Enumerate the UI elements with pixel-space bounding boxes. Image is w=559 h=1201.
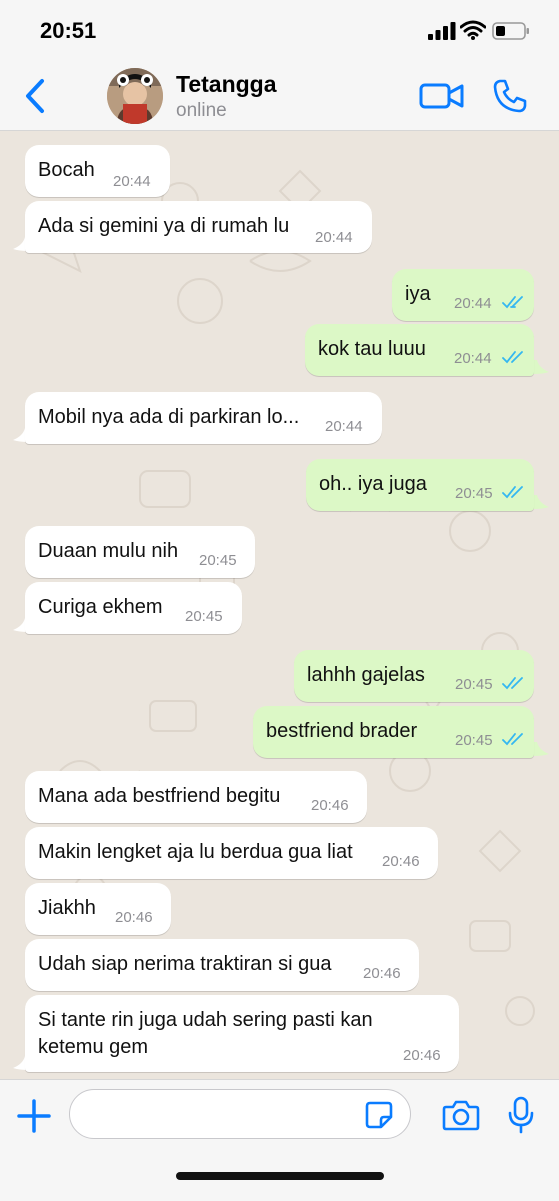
camera-icon[interactable]: [442, 1099, 480, 1131]
message-incoming[interactable]: Duaan mulu nih 20:45: [25, 526, 255, 578]
message-time: 20:46: [363, 965, 401, 982]
message-time: 20:44: [315, 229, 353, 246]
message-text-line1: Si tante rin juga udah sering pasti kan: [38, 1009, 373, 1031]
message-incoming[interactable]: Mobil nya ada di parkiran lo... 20:44: [25, 392, 382, 444]
composer-bar: [0, 1079, 559, 1201]
message-text: Mobil nya ada di parkiran lo...: [38, 406, 300, 428]
message-time: 20:46: [403, 1047, 441, 1064]
battery-icon: [492, 22, 529, 40]
double-check-icon: [502, 677, 523, 690]
signal-icon: [428, 22, 456, 40]
message-text: Makin lengket aja lu berdua gua liat: [38, 841, 353, 863]
message-incoming[interactable]: Curiga ekhem 20:45: [25, 582, 242, 634]
chat-header: Tetangga online: [0, 60, 559, 131]
double-check-icon: [502, 486, 523, 499]
message-outgoing[interactable]: bestfriend brader 20:45: [253, 706, 534, 758]
plus-icon[interactable]: [16, 1098, 52, 1134]
message-text: oh.. iya juga: [319, 473, 427, 495]
message-outgoing[interactable]: iya 20:44: [392, 269, 534, 321]
message-time: 20:45: [199, 552, 237, 569]
message-time: 20:44: [454, 295, 492, 312]
message-text: Jiakhh: [38, 897, 96, 919]
message-text: Curiga ekhem: [38, 596, 163, 618]
message-text: lahhh gajelas: [307, 664, 425, 686]
sticker-icon[interactable]: [364, 1100, 394, 1130]
message-time: 20:44: [325, 418, 363, 435]
video-call-icon[interactable]: [418, 80, 466, 112]
message-outgoing[interactable]: oh.. iya juga 20:45: [306, 459, 534, 511]
message-incoming[interactable]: Jiakhh 20:46: [25, 883, 171, 935]
double-check-icon: [502, 296, 523, 309]
message-text: Udah siap nerima traktiran si gua: [38, 953, 332, 975]
back-chevron-icon[interactable]: [20, 76, 50, 116]
contact-name[interactable]: Tetangga: [176, 71, 277, 98]
contact-status: online: [176, 100, 227, 121]
message-text-line2: ketemu gem: [38, 1036, 149, 1058]
message-input[interactable]: [69, 1089, 411, 1139]
message-time: 20:45: [455, 732, 493, 749]
bubble-tail: [533, 495, 549, 509]
message-time: 20:46: [311, 797, 349, 814]
message-incoming[interactable]: Mana ada bestfriend begitu 20:46: [25, 771, 367, 823]
message-incoming[interactable]: Ada si gemini ya di rumah lu 20:44: [25, 201, 372, 253]
message-outgoing[interactable]: lahhh gajelas 20:45: [294, 650, 534, 702]
message-text: bestfriend brader: [266, 720, 418, 742]
message-time: 20:45: [455, 485, 493, 502]
status-bar: 20:51: [0, 0, 559, 60]
message-text: Bocah: [38, 159, 95, 181]
message-time: 20:45: [185, 608, 223, 625]
voice-call-icon[interactable]: [492, 78, 528, 114]
home-indicator[interactable]: [176, 1172, 384, 1180]
bubble-tail: [533, 742, 549, 756]
message-incoming[interactable]: Makin lengket aja lu berdua gua liat 20:…: [25, 827, 438, 879]
message-text: kok tau luuu: [318, 338, 426, 360]
avatar[interactable]: [107, 68, 163, 124]
message-text: Ada si gemini ya di rumah lu: [38, 215, 290, 237]
chat-area[interactable]: Bocah 20:44 Ada si gemini ya di rumah lu…: [0, 131, 559, 1079]
avatar-image: [107, 68, 163, 124]
status-time: 20:51: [40, 18, 97, 43]
double-check-icon: [502, 733, 523, 746]
message-time: 20:46: [115, 909, 153, 926]
message-incoming[interactable]: Bocah 20:44: [25, 145, 170, 197]
message-text: Duaan mulu nih: [38, 540, 179, 562]
message-time: 20:44: [113, 173, 151, 190]
message-time: 20:46: [382, 853, 420, 870]
message-incoming[interactable]: Si tante rin juga udah sering pasti kan …: [25, 995, 459, 1072]
message-time: 20:45: [455, 676, 493, 693]
message-time: 20:44: [454, 350, 492, 367]
message-text: Mana ada bestfriend begitu: [38, 785, 281, 807]
double-check-icon: [502, 351, 523, 364]
bubble-tail: [533, 360, 549, 374]
message-outgoing[interactable]: kok tau luuu 20:44: [305, 324, 534, 376]
message-text: iya: [405, 283, 431, 305]
message-incoming[interactable]: Udah siap nerima traktiran si gua 20:46: [25, 939, 419, 991]
wifi-icon: [460, 20, 486, 40]
microphone-icon[interactable]: [508, 1096, 534, 1134]
